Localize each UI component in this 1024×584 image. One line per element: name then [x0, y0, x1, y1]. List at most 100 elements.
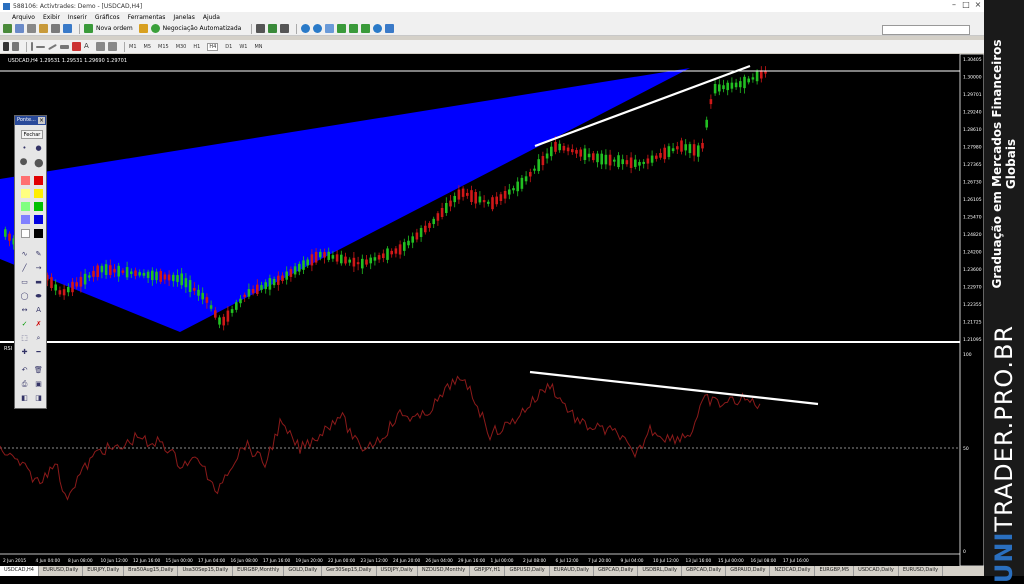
color-swatch-blue[interactable]	[34, 215, 43, 224]
tf-m30[interactable]: M30	[176, 44, 187, 50]
chart-tab[interactable]: EURJPY,Daily	[83, 566, 125, 576]
dot-medium-icon[interactable]: ●	[34, 144, 43, 153]
chart-canvas[interactable]: 1.30405 1.30000 1.29701 1.29240 1.28610 1.279…	[0, 54, 984, 566]
cross-icon[interactable]: ✗	[34, 320, 43, 329]
color-swatch-yellow-light[interactable]	[21, 189, 30, 198]
color-swatch-red[interactable]	[34, 176, 43, 185]
save-icon[interactable]: ▣	[34, 380, 43, 389]
new-order-icon[interactable]	[84, 24, 93, 33]
metaeditor-icon[interactable]	[138, 24, 148, 33]
select-tool-icon[interactable]: ⬚	[20, 334, 29, 343]
tile-windows-icon[interactable]	[325, 24, 335, 33]
exit-icon[interactable]: ◨	[34, 394, 43, 403]
label-icon[interactable]	[96, 42, 105, 51]
plus-icon[interactable]: ✚	[20, 348, 29, 357]
color-swatch-green[interactable]	[34, 202, 43, 211]
auto-trading-button[interactable]: Negociação Automatizada	[163, 25, 242, 32]
equidistant-channel-icon[interactable]	[60, 44, 69, 49]
menu-file[interactable]: Arquivo	[12, 14, 35, 21]
tf-w1[interactable]: W1	[239, 44, 247, 50]
terminal-icon[interactable]	[51, 24, 60, 33]
hide-icon[interactable]: ◧	[20, 394, 29, 403]
menu-windows[interactable]: Janelas	[173, 14, 194, 21]
navigator-icon[interactable]	[39, 24, 48, 33]
tf-m5[interactable]: M5	[144, 44, 152, 50]
chart-tab[interactable]: Usa30Sep15,Daily	[178, 566, 234, 576]
chart-tab[interactable]: GBPCAD,Daily	[682, 566, 727, 576]
maximize-button[interactable]: □	[960, 0, 972, 11]
pen-icon[interactable]: ✎	[34, 250, 43, 259]
zoom-tool-icon[interactable]: ⌕	[34, 334, 43, 343]
chart-tab[interactable]: EURAUD,Daily	[550, 566, 594, 576]
dot-xlarge-icon[interactable]: ●	[34, 157, 44, 168]
line-tool-icon[interactable]: ╱	[20, 264, 29, 273]
dot-large-icon[interactable]: ●	[19, 158, 28, 167]
trash-icon[interactable]: 🗑	[34, 366, 43, 375]
undo-icon[interactable]: ↶	[20, 366, 29, 375]
tf-h1[interactable]: H1	[193, 44, 200, 50]
freehand-icon[interactable]: ∿	[20, 250, 29, 259]
chart-tab[interactable]: Ger30Sep15,Daily	[322, 566, 377, 576]
search-input[interactable]	[882, 25, 970, 35]
minus-icon[interactable]: ━	[34, 348, 43, 357]
trendline-icon[interactable]	[48, 43, 57, 50]
rsi-trendline[interactable]	[529, 370, 819, 406]
periods-icon[interactable]	[373, 24, 383, 33]
palette-close-icon[interactable]: ×	[38, 117, 45, 124]
check-icon[interactable]: ✓	[20, 320, 29, 329]
chart-tab[interactable]: GOLD,Daily	[284, 566, 323, 576]
ellipse-tool-icon[interactable]: ◯	[20, 292, 29, 301]
indicators-icon[interactable]	[361, 24, 371, 33]
new-chart-icon[interactable]	[3, 24, 12, 33]
chart-tab[interactable]: USDJPY,Daily	[377, 566, 418, 576]
zoom-out-icon[interactable]	[313, 24, 323, 33]
menu-help[interactable]: Ajuda	[203, 14, 220, 21]
chart-tab[interactable]: EURUSD,Daily	[39, 566, 84, 576]
chart-tab[interactable]: NZDUSD,Monthly	[418, 566, 471, 576]
color-swatch-green-light[interactable]	[21, 202, 30, 211]
color-swatch-red-light[interactable]	[21, 176, 30, 185]
zoom-in-icon[interactable]	[301, 24, 311, 33]
chart-shift-icon[interactable]	[349, 24, 359, 33]
cursor-icon[interactable]	[3, 42, 9, 51]
chart-tab[interactable]: Bra50Aug15,Daily	[124, 566, 179, 576]
color-swatch-blue-light[interactable]	[21, 215, 30, 224]
line-chart-icon[interactable]	[280, 24, 290, 33]
tf-m15[interactable]: M15	[158, 44, 169, 50]
fechar-button[interactable]: Fechar	[21, 130, 43, 139]
menu-tools[interactable]: Ferramentas	[128, 14, 166, 21]
fibonacci-icon[interactable]	[72, 42, 81, 51]
chart-tab[interactable]: GBPAUD,Daily	[726, 566, 771, 576]
double-arrow-icon[interactable]: ↔	[20, 306, 29, 315]
profiles-icon[interactable]	[15, 24, 24, 33]
chart-tab[interactable]: NZDCAD,Daily	[770, 566, 816, 576]
auto-trading-icon[interactable]	[150, 24, 160, 33]
candlestick-icon[interactable]	[268, 24, 278, 33]
chart-tab[interactable]: USDBRL,Daily	[638, 566, 682, 576]
palette-header[interactable]: Ponte... ×	[15, 116, 46, 125]
horizontal-line-icon[interactable]	[36, 45, 45, 48]
chart-tab[interactable]: EURUSD,Daily	[899, 566, 944, 576]
color-swatch-yellow[interactable]	[34, 189, 43, 198]
tf-h4[interactable]: H4	[207, 42, 219, 51]
print-icon[interactable]: ⎙	[20, 380, 29, 389]
text-icon[interactable]: A	[84, 42, 93, 51]
wedge-shape[interactable]	[0, 68, 690, 332]
bar-chart-icon[interactable]	[256, 24, 266, 33]
chart-tab[interactable]: GBPJPY,H1	[470, 566, 506, 576]
menu-charts[interactable]: Gráficos	[95, 14, 120, 21]
templates-icon[interactable]	[385, 24, 395, 33]
tf-d1[interactable]: D1	[225, 44, 232, 50]
chart-tab[interactable]: GBPCAD,Daily	[594, 566, 639, 576]
menu-view[interactable]: Exibir	[43, 14, 60, 21]
menu-insert[interactable]: Inserir	[68, 14, 87, 21]
color-swatch-white[interactable]	[21, 229, 30, 238]
tf-m1[interactable]: M1	[129, 44, 137, 50]
arrow-shapes-icon[interactable]	[108, 42, 117, 51]
chart-tab[interactable]: GBPUSD,Daily	[505, 566, 550, 576]
chart-tab[interactable]: USDCAD,H4	[0, 566, 39, 576]
new-order-button[interactable]: Nova ordem	[96, 25, 133, 32]
rectangle-tool-icon[interactable]: ▭	[20, 278, 29, 287]
vertical-line-icon[interactable]	[31, 42, 33, 51]
tf-mn[interactable]: MN	[254, 44, 262, 50]
